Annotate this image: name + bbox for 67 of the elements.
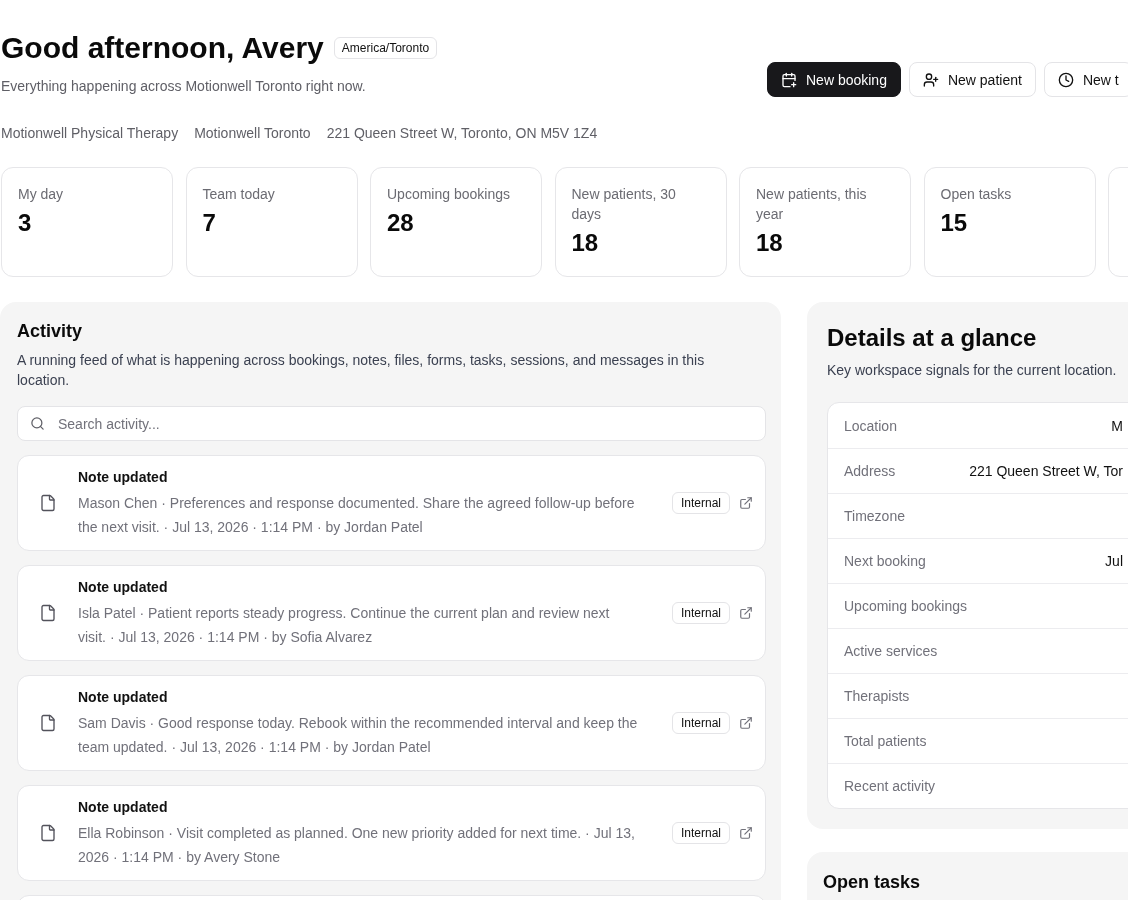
- detail-label: Timezone: [844, 508, 905, 524]
- stat-value: 18: [756, 229, 784, 257]
- activity-item-title: Note updated: [78, 578, 169, 597]
- detail-value: M: [1111, 417, 1123, 434]
- page-subtitle: Everything happening across Motionwell Toronto right now.: [1, 77, 367, 96]
- address-text: 221 Queen Street W, Toronto, ON M5V 1Z4: [326, 124, 598, 143]
- detail-label: Therapists: [844, 688, 910, 704]
- stat-value: 15: [940, 209, 969, 237]
- timezone-badge: America/Toronto: [333, 37, 438, 59]
- calendar-plus-icon: [781, 71, 797, 88]
- stat-label: New patients, this year: [756, 185, 868, 224]
- activity-item-text: Isla Patel · Patient reports steady progress. Continue the current plan and review next visit. · Jul 13, 2026 · 1:14 PM · by Sofia Alvarez: [78, 604, 611, 647]
- stat-value: 28: [387, 209, 415, 237]
- activity-card[interactable]: Note updated Ella Robinson · Visit completed as planned. One new priority added for next time. · Jul 13, 2026 · 1:14 PM · by Avery Stone Internal: [17, 785, 766, 881]
- file-icon: [39, 604, 57, 622]
- new-item-button[interactable]: New t: [1043, 62, 1128, 97]
- detail-value: Jul: [1105, 553, 1123, 569]
- detail-label: Next booking: [844, 553, 926, 569]
- greeting-title: Good afternoon, Avery: [1, 30, 324, 66]
- detail-label: Address: [844, 463, 896, 479]
- detail-label: Total patients: [844, 733, 927, 749]
- location-name: Motionwell Toronto: [194, 124, 311, 143]
- activity-description: A running feed of what is happening across bookings, notes, files, forms, tasks, sessions, and messages in this location.: [17, 351, 706, 390]
- practice-name: Motionwell Physical Therapy: [1, 124, 179, 143]
- stat-label: My day: [18, 185, 65, 204]
- file-icon: [39, 824, 57, 842]
- stat-value: 3: [18, 209, 33, 237]
- activity-item-text: Sam Davis · Good response today. Rebook within the recommended interval and keep the team updated. · Jul 13, 2026 · 1:14 PM · by Jordan Patel: [78, 714, 639, 757]
- stat-value: 7: [202, 209, 217, 237]
- activity-item-text: Mason Chen · Preferences and response documented. Share the agreed follow-up before the next visit. · Jul 13, 2026 · 1:14 PM · by Jordan Patel: [78, 494, 636, 537]
- external-link-icon[interactable]: [739, 606, 753, 620]
- activity-item-title: Note updated: [78, 798, 169, 817]
- stat-label: Team today: [202, 185, 276, 204]
- details-subtitle: Key workspace signals for the current location.: [827, 361, 1118, 380]
- activity-item-title: Note updated: [78, 688, 169, 707]
- activity-item-text: Ella Robinson · Visit completed as planned. One new priority added for next time. · Jul 13, 2026 · 1:14 PM · by Avery Stone: [78, 824, 636, 867]
- clock-icon: [1057, 71, 1074, 88]
- external-link-icon[interactable]: [739, 496, 753, 510]
- activity-card[interactable]: Note updated Isla Patel · Patient reports steady progress. Continue the current plan and review next visit. · Jul 13, 2026 · 1:14 PM · by Sofia Alvarez Internal: [17, 565, 766, 661]
- activity-item-title: Note updated: [78, 468, 169, 487]
- detail-label: Active services: [844, 643, 938, 659]
- visibility-badge: Internal: [671, 712, 730, 734]
- activity-title: Activity: [17, 320, 84, 343]
- detail-label: Upcoming bookings: [844, 598, 967, 614]
- external-link-icon[interactable]: [739, 716, 753, 730]
- visibility-badge: Internal: [671, 602, 730, 624]
- stat-label: New patients, 30 days: [571, 185, 677, 224]
- new-patient-button[interactable]: New patient: [908, 62, 1036, 97]
- visibility-badge: Internal: [671, 492, 730, 514]
- file-icon: [39, 714, 57, 732]
- search-icon: [30, 416, 45, 431]
- activity-card[interactable]: Note updated Mason Chen · Preferences and response documented. Share the agreed follow-up before the next visit. · Jul 13, 2026 · 1:14 PM · by Jordan Patel Internal: [17, 455, 766, 551]
- detail-label: Recent activity: [844, 778, 936, 794]
- new-booking-button[interactable]: New booking: [767, 62, 901, 97]
- details-title: Details at a glance: [827, 323, 1038, 353]
- user-plus-icon: [922, 71, 939, 88]
- detail-label: Location: [844, 417, 897, 434]
- open-tasks-title: Open tasks: [823, 871, 922, 894]
- detail-value: 221 Queen Street W, Tor: [969, 463, 1123, 479]
- external-link-icon[interactable]: [739, 826, 753, 840]
- search-field[interactable]: Search activity...: [17, 406, 766, 441]
- stat-value: 18: [571, 229, 600, 257]
- visibility-badge: Internal: [671, 822, 730, 844]
- file-icon: [39, 494, 57, 512]
- stat-label: Upcoming bookings: [387, 185, 511, 204]
- activity-card[interactable]: Note updated Sam Davis · Good response today. Rebook within the recommended interval and keep the team updated. · Jul 13, 2026 · 1:14 PM · by Jordan Patel Internal: [17, 675, 766, 771]
- stat-label: Open tasks: [940, 185, 1013, 204]
